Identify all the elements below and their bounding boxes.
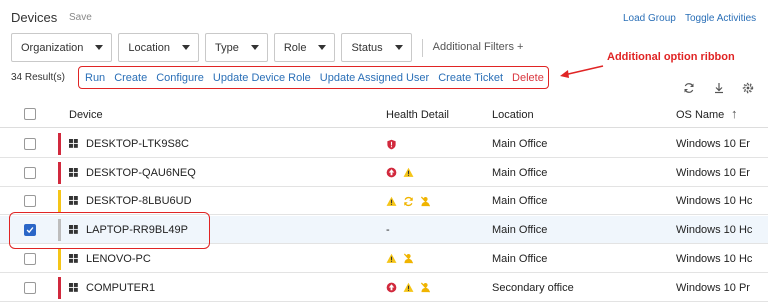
create-ticket-action[interactable]: Create Ticket bbox=[438, 72, 503, 84]
gear-icon[interactable] bbox=[742, 82, 754, 94]
filter-status[interactable]: Status bbox=[341, 33, 412, 62]
action-ribbon: Run Create Configure Update Device Role … bbox=[78, 66, 549, 89]
filter-location[interactable]: Location bbox=[118, 33, 199, 62]
status-indicator bbox=[58, 161, 61, 184]
shield-alert-icon bbox=[387, 139, 396, 149]
run-action[interactable]: Run bbox=[85, 72, 105, 84]
annotation-arrow-icon bbox=[560, 65, 604, 78]
windows-icon bbox=[69, 167, 78, 177]
annotation-label: Additional option ribbon bbox=[607, 51, 735, 63]
sync-icon bbox=[404, 196, 413, 206]
caret-down-icon bbox=[318, 45, 327, 50]
os-name-cell: Windows 10 Hc bbox=[676, 224, 753, 237]
filter-label: Role bbox=[283, 41, 307, 54]
warning-icon bbox=[403, 282, 414, 292]
caret-down-icon bbox=[95, 45, 104, 50]
table-header: Device Health Detail Location OS Name ↑ bbox=[0, 101, 768, 128]
location-cell: Main Office bbox=[492, 252, 548, 265]
filter-organization[interactable]: Organization bbox=[11, 33, 113, 62]
critical-alert-icon bbox=[386, 282, 397, 293]
row-checkbox[interactable] bbox=[24, 195, 36, 208]
configure-action[interactable]: Configure bbox=[156, 72, 204, 84]
location-cell: Main Office bbox=[492, 224, 548, 237]
create-action[interactable]: Create bbox=[114, 72, 147, 84]
os-name-cell: Windows 10 Hc bbox=[676, 252, 753, 265]
location-cell: Main Office bbox=[492, 138, 548, 150]
filter-role[interactable]: Role bbox=[273, 33, 336, 62]
results-count: 34 Result(s) bbox=[11, 72, 65, 83]
caret-down-icon bbox=[250, 45, 259, 50]
os-name-cell: Windows 10 Hc bbox=[676, 195, 753, 208]
filter-label: Organization bbox=[21, 41, 84, 54]
health-detail: - bbox=[386, 223, 390, 237]
filter-label: Status bbox=[351, 41, 383, 54]
toggle-activities-link[interactable]: Toggle Activities bbox=[685, 13, 756, 24]
row-checkbox[interactable] bbox=[24, 166, 36, 179]
save-link[interactable]: Save bbox=[69, 12, 92, 23]
download-icon[interactable] bbox=[713, 82, 725, 94]
blocked-user-icon bbox=[420, 196, 431, 207]
health-detail bbox=[386, 166, 414, 180]
windows-icon bbox=[69, 139, 78, 148]
update-assigned-user-action[interactable]: Update Assigned User bbox=[320, 72, 429, 84]
column-device[interactable]: Device bbox=[69, 109, 103, 121]
device-name[interactable]: DESKTOP-QAU6NEQ bbox=[86, 167, 196, 179]
additional-filters-button[interactable]: Additional Filters + bbox=[433, 33, 524, 62]
update-device-role-action[interactable]: Update Device Role bbox=[213, 72, 311, 84]
windows-icon bbox=[69, 282, 78, 292]
selection-highlight bbox=[9, 212, 210, 249]
status-indicator bbox=[58, 190, 61, 213]
page-title: Devices bbox=[11, 10, 58, 25]
sort-ascending-icon[interactable]: ↑ bbox=[731, 106, 738, 121]
health-detail bbox=[386, 281, 431, 295]
filter-label: Type bbox=[214, 41, 239, 54]
location-cell: Main Office bbox=[492, 195, 548, 208]
column-health-detail[interactable]: Health Detail bbox=[386, 109, 449, 121]
device-name[interactable]: LENOVO-PC bbox=[86, 253, 151, 265]
table-row[interactable]: DESKTOP-QAU6NEQ Main Office Windows 10 Er bbox=[0, 159, 768, 187]
os-name-cell: Windows 10 Er bbox=[676, 138, 750, 150]
status-indicator bbox=[58, 276, 61, 299]
row-checkbox[interactable] bbox=[24, 138, 36, 150]
delete-action[interactable]: Delete bbox=[512, 72, 544, 84]
select-all-checkbox[interactable] bbox=[24, 108, 36, 120]
caret-down-icon bbox=[394, 45, 403, 50]
table-row[interactable]: COMPUTER1 Secondary office Windows 10 Pr bbox=[0, 274, 768, 302]
column-os-name[interactable]: OS Name bbox=[676, 109, 724, 121]
health-detail bbox=[386, 137, 397, 151]
health-detail bbox=[386, 194, 431, 208]
blocked-user-icon bbox=[420, 282, 431, 293]
blocked-user-icon bbox=[403, 253, 414, 264]
refresh-icon[interactable] bbox=[683, 82, 695, 94]
device-name[interactable]: DESKTOP-LTK9S8C bbox=[86, 138, 189, 150]
warning-icon bbox=[386, 254, 397, 264]
status-indicator bbox=[58, 247, 61, 270]
health-detail bbox=[386, 252, 414, 266]
location-cell: Main Office bbox=[492, 166, 548, 179]
row-checkbox[interactable] bbox=[24, 281, 36, 294]
device-name[interactable]: COMPUTER1 bbox=[86, 282, 155, 294]
filter-type[interactable]: Type bbox=[204, 33, 268, 62]
filter-bar: Organization Location Type Role Status A… bbox=[11, 33, 523, 62]
os-name-cell: Windows 10 Pr bbox=[676, 281, 750, 294]
critical-alert-icon bbox=[386, 167, 397, 178]
location-cell: Secondary office bbox=[492, 281, 574, 294]
health-empty: - bbox=[386, 224, 390, 237]
warning-icon bbox=[403, 167, 414, 178]
windows-icon bbox=[69, 253, 78, 263]
load-group-link[interactable]: Load Group bbox=[623, 13, 676, 24]
table-row[interactable]: DESKTOP-LTK9S8C Main Office Windows 10 Er bbox=[0, 130, 768, 158]
windows-icon bbox=[69, 196, 78, 206]
caret-down-icon bbox=[181, 45, 190, 50]
device-name[interactable]: DESKTOP-8LBU6UD bbox=[86, 195, 192, 207]
status-indicator bbox=[58, 133, 61, 155]
divider bbox=[421, 39, 423, 57]
column-location[interactable]: Location bbox=[492, 109, 534, 121]
filter-label: Location bbox=[128, 41, 170, 54]
row-checkbox[interactable] bbox=[24, 252, 36, 265]
os-name-cell: Windows 10 Er bbox=[676, 166, 750, 179]
warning-icon bbox=[386, 196, 397, 206]
